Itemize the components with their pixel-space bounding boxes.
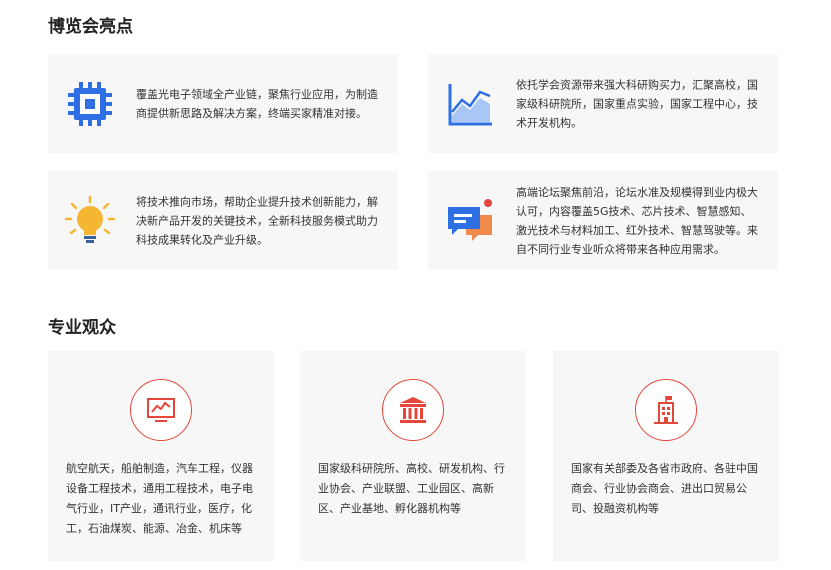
highlight-card-forum: 高端论坛聚焦前沿，论坛水准及规模得到业内极大认可，内容覆盖5G技术、芯片技术、智… [428,171,778,270]
highlight-card-research-power: 依托学会资源带来强大科研购买力，汇聚高校，国家级科研院所，国家重点实验，国家工程… [428,54,778,153]
audience-text: 国家有关部委及各省市政府、各驻中国商会、行业协会商会、进出口贸易公司、投融资机构… [571,462,758,515]
line-chart-monitor-icon [130,379,192,441]
highlight-text: 高端论坛聚焦前沿，论坛水准及规模得到业内极大认可，内容覆盖5G技术、芯片技术、智… [516,185,758,256]
highlight-card-tech-market: 将技术推向市场，帮助企业提升技术创新能力，解决新产品开发的关键技术，全新科技服务… [48,171,398,270]
highlight-text: 将技术推向市场，帮助企业提升技术创新能力，解决新产品开发的关键技术，全新科技服务… [136,195,378,246]
institution-building-icon [382,379,444,441]
highlights-section-title: 博览会亮点 [48,17,133,37]
audience-card-industries: 航空航天，船舶制造，汽车工程，仪器设备工程技术，通用工程技术，电子电气行业，IT… [48,351,274,561]
chat-bubbles-icon [444,195,496,247]
audience-card-government: 国家有关部委及各省市政府、各驻中国商会、行业协会商会、进出口贸易公司、投融资机构… [553,351,779,561]
audience-card-research-institutions: 国家级科研院所、高校、研发机构、行业协会、产业联盟、工业园区、高新区、产业基地、… [300,351,526,561]
audience-text: 航空航天，船舶制造，汽车工程，仪器设备工程技术，通用工程技术，电子电气行业，IT… [66,462,253,535]
audience-text: 国家级科研院所、高校、研发机构、行业协会、产业联盟、工业园区、高新区、产业基地、… [318,462,505,515]
chip-icon [64,78,116,130]
area-chart-icon [444,78,496,130]
highlight-card-industry-chain: 覆盖光电子领域全产业链，聚焦行业应用，为制造商提供新思路及解决方案，终端买家精准… [48,54,398,153]
lightbulb-icon [64,195,116,247]
highlight-text: 依托学会资源带来强大科研购买力，汇聚高校，国家级科研院所，国家重点实验，国家工程… [516,78,758,129]
government-building-icon [635,379,697,441]
audience-section-title: 专业观众 [48,318,116,338]
highlight-text: 覆盖光电子领域全产业链，聚焦行业应用，为制造商提供新思路及解决方案，终端买家精准… [136,87,378,120]
